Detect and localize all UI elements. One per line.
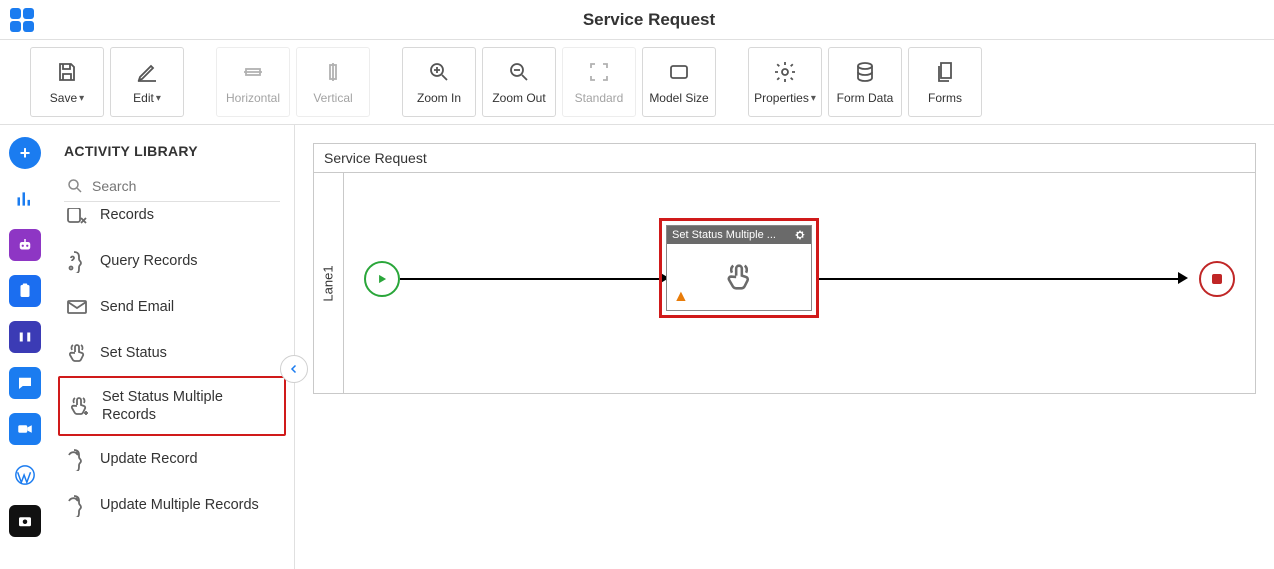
fit-screen-icon: [586, 59, 612, 85]
query-icon: [64, 248, 90, 274]
tap-icon: [722, 260, 756, 294]
rail-video-icon[interactable]: [9, 413, 41, 445]
activity-library-panel: ACTIVITY LIBRARY Records Query Records S…: [50, 125, 295, 569]
rail-wordpress-icon[interactable]: [9, 459, 41, 491]
search-icon: [66, 177, 84, 195]
search-input[interactable]: [92, 178, 278, 194]
forms-icon: [932, 59, 958, 85]
activity-node-set-status-multiple[interactable]: Set Status Multiple ... ▲: [659, 218, 819, 318]
records-x-icon: [64, 208, 90, 228]
chevron-down-icon: ▾: [156, 93, 161, 104]
gear-icon[interactable]: [794, 229, 806, 241]
rail-camera-icon[interactable]: [9, 505, 41, 537]
mail-icon: [64, 294, 90, 320]
library-item-query-records[interactable]: Query Records: [58, 238, 286, 284]
stop-icon: [1212, 274, 1222, 284]
toolbar: Save▾ Edit▾ Horizontal Vertical Zoom In …: [0, 40, 1274, 125]
lane[interactable]: Set Status Multiple ... ▲: [344, 173, 1255, 393]
rail-bot-icon[interactable]: [9, 229, 41, 261]
save-icon: [54, 59, 80, 85]
library-search[interactable]: [64, 171, 280, 202]
library-item-set-status-multiple[interactable]: Set Status Multiple Records: [58, 376, 286, 436]
library-item-send-email[interactable]: Send Email: [58, 284, 286, 330]
database-icon: [852, 59, 878, 85]
pencil-icon: [134, 59, 160, 85]
chevron-left-icon: [288, 363, 300, 375]
collapse-panel-button[interactable]: [280, 355, 308, 383]
end-event-node[interactable]: [1199, 261, 1235, 297]
zoom-out-icon: [506, 59, 532, 85]
library-title: ACTIVITY LIBRARY: [50, 125, 294, 171]
app-launcher-icon[interactable]: [10, 8, 34, 32]
bpmn-canvas[interactable]: Service Request Lane1 Set Status Multipl…: [313, 143, 1256, 394]
rail-columns-icon[interactable]: [9, 321, 41, 353]
library-item-update-multiple[interactable]: Update Multiple Records: [58, 482, 286, 528]
pool-title: Service Request: [314, 144, 1255, 173]
arrow-icon: [1178, 272, 1188, 284]
chevron-down-icon: ▾: [79, 93, 84, 104]
refresh-icon: [64, 492, 90, 518]
page-title: Service Request: [34, 10, 1264, 30]
warning-icon: ▲: [673, 288, 689, 306]
model-size-icon: [666, 59, 692, 85]
library-item-records[interactable]: Records: [58, 208, 286, 238]
model-size-button[interactable]: Model Size: [642, 47, 716, 117]
start-event-node[interactable]: [364, 261, 400, 297]
play-icon: [375, 272, 389, 286]
align-horizontal-icon: [240, 59, 266, 85]
tap-icon: [64, 340, 90, 366]
rail-chat-icon[interactable]: [9, 367, 41, 399]
edit-button[interactable]: Edit▾: [110, 47, 184, 117]
forms-button[interactable]: Forms: [908, 47, 982, 117]
add-button[interactable]: +: [9, 137, 41, 169]
sequence-flow[interactable]: [819, 278, 1181, 280]
properties-button[interactable]: Properties▾: [748, 47, 822, 117]
lane-label: Lane1: [314, 173, 344, 393]
tap-plus-icon: [66, 393, 92, 419]
form-data-button[interactable]: Form Data: [828, 47, 902, 117]
library-item-set-status[interactable]: Set Status: [58, 330, 286, 376]
refresh-icon: [64, 446, 90, 472]
zoom-out-button[interactable]: Zoom Out: [482, 47, 556, 117]
zoom-in-button[interactable]: Zoom In: [402, 47, 476, 117]
library-item-update-record[interactable]: Update Record: [58, 436, 286, 482]
left-rail: +: [0, 125, 50, 569]
chevron-down-icon: ▾: [811, 93, 816, 104]
align-horizontal-button: Horizontal: [216, 47, 290, 117]
zoom-in-icon: [426, 59, 452, 85]
align-vertical-button: Vertical: [296, 47, 370, 117]
activity-title: Set Status Multiple ...: [672, 229, 776, 241]
rail-chart-icon[interactable]: [9, 183, 41, 215]
rail-clipboard-icon[interactable]: [9, 275, 41, 307]
sequence-flow[interactable]: [400, 278, 663, 280]
save-button[interactable]: Save▾: [30, 47, 104, 117]
align-vertical-icon: [320, 59, 346, 85]
gear-icon: [772, 59, 798, 85]
zoom-standard-button: Standard: [562, 47, 636, 117]
